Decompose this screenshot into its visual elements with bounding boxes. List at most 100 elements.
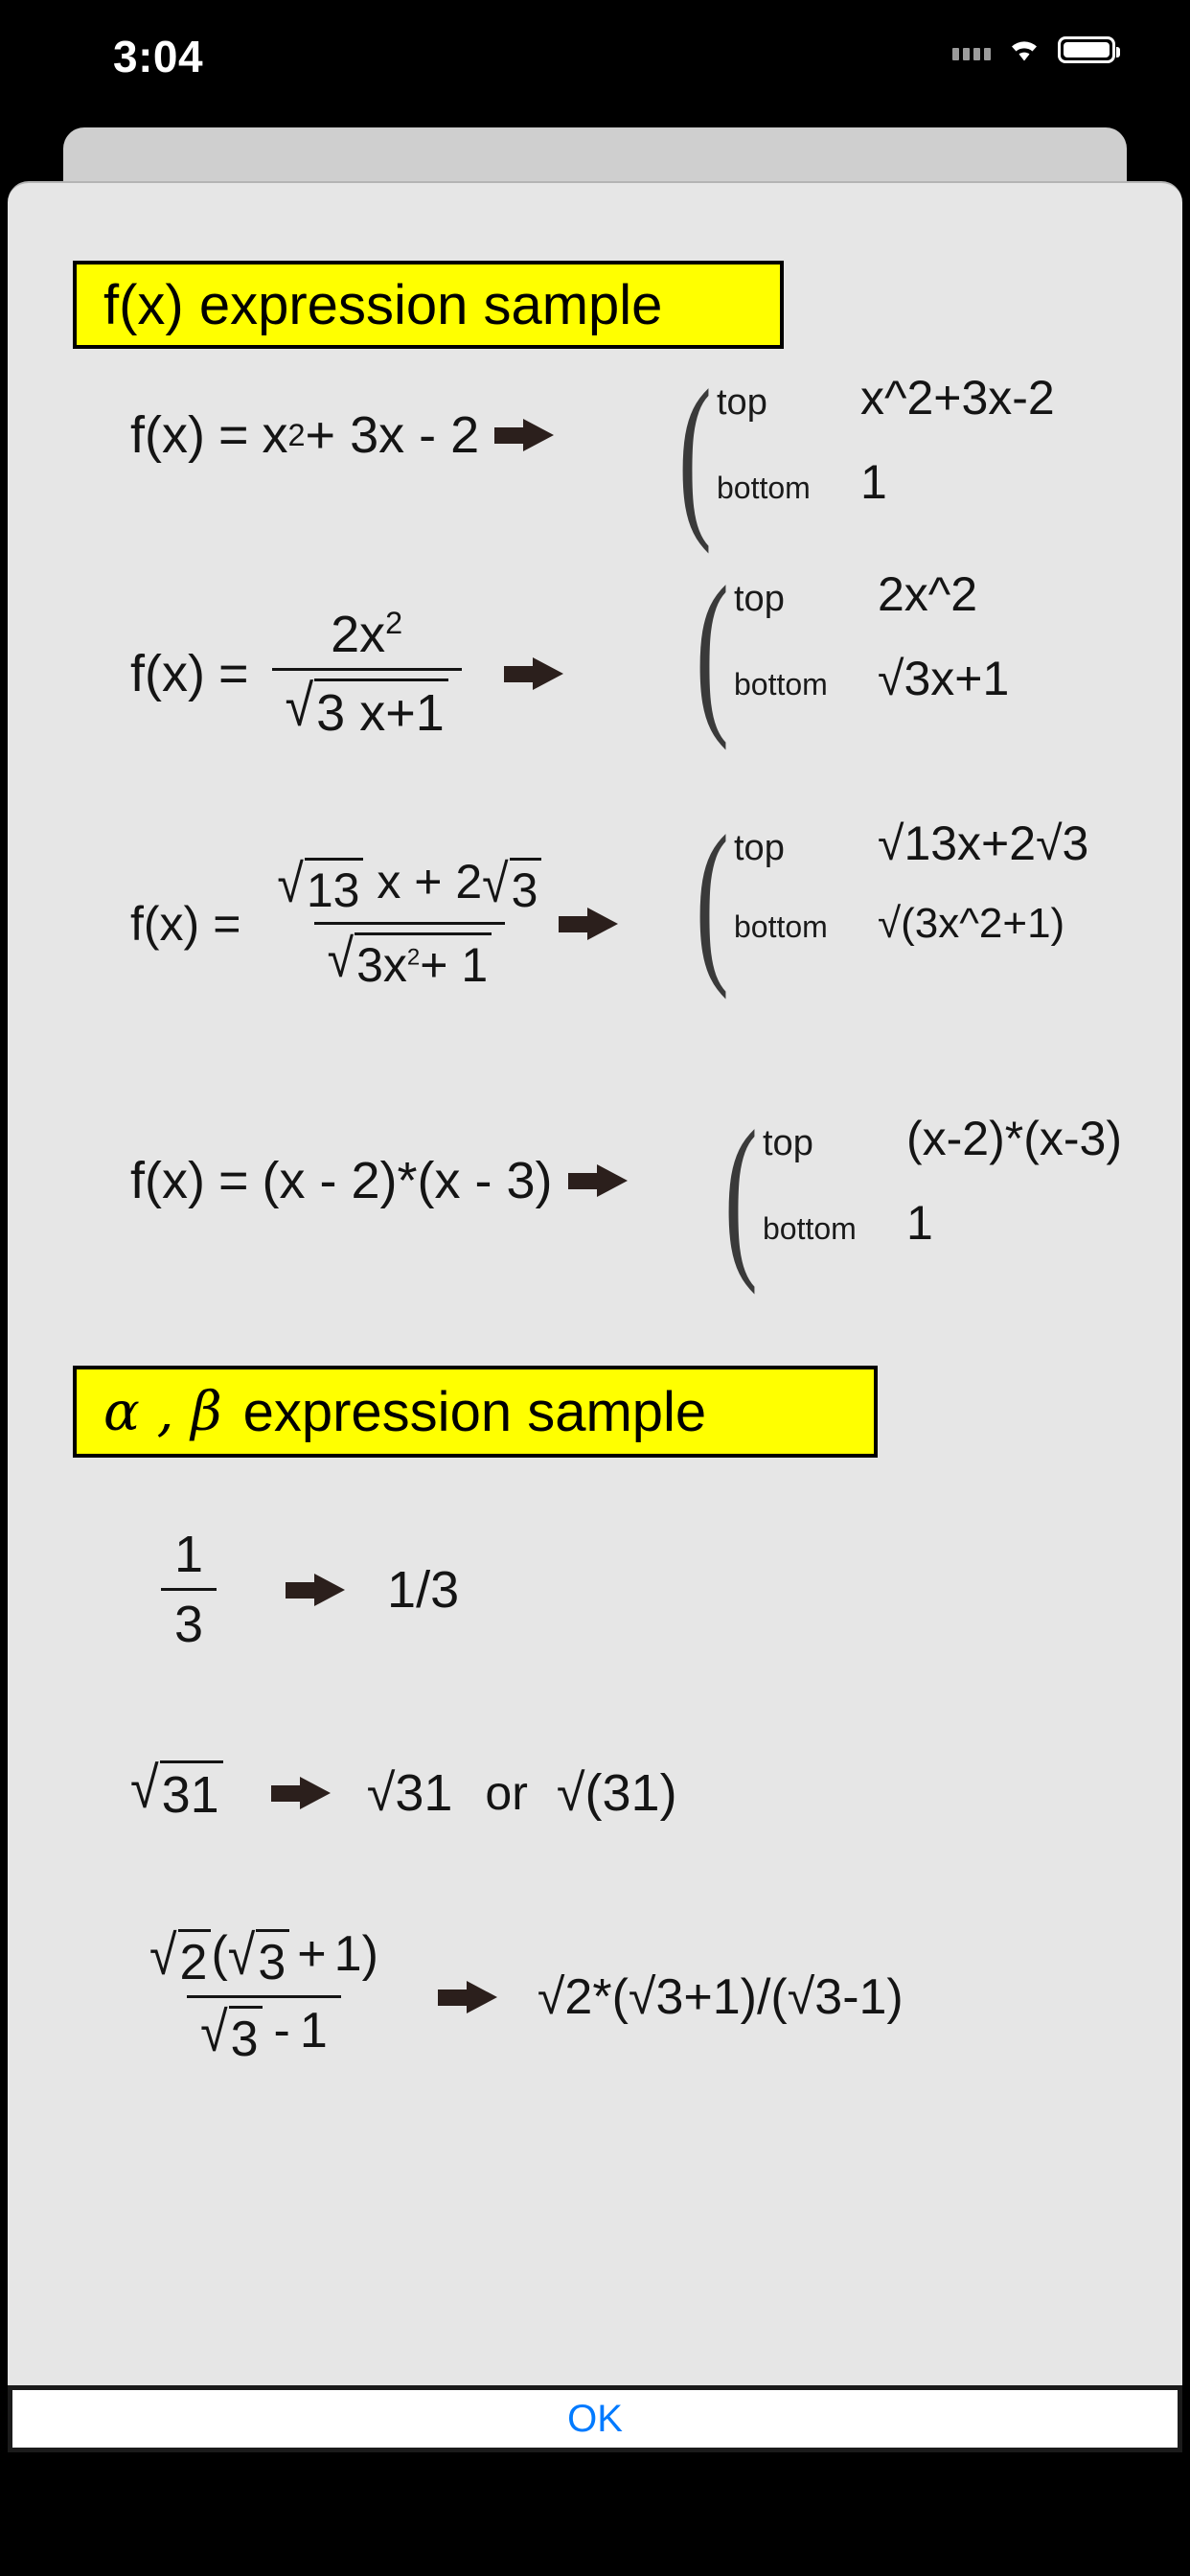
fx-row-3-fraction: √ 13 x + 2 √ 3 √ 3x2+ 1: [263, 854, 555, 993]
status-bar-time: 3:04: [113, 32, 204, 81]
sqrt-glyph: √: [200, 2001, 228, 2064]
token-x: x: [262, 406, 288, 464]
token-f-of-x: f(x): [130, 1152, 205, 1209]
fx-row-3-denominator: √ 3x2+ 1: [313, 922, 506, 993]
sqrt-radical-icon: √ 3: [227, 1924, 290, 1991]
token-31: 31: [159, 1760, 223, 1825]
sqrt-glyph: √: [130, 1756, 159, 1821]
ab-row-1-result: 1/3: [387, 1560, 460, 1619]
fx-row-2-top-key: top: [734, 579, 785, 619]
token-f-of-x: f(x): [130, 406, 205, 464]
fx-row-1-left-expression: f(x) = x2 + 3x - 2: [130, 406, 480, 464]
token-minus: -: [273, 2003, 290, 2058]
ab-row-2-conjunction: or: [485, 1765, 528, 1820]
arrow-right-icon: [567, 1164, 628, 1197]
fx-row-3-numerator: √ 13 x + 2 √ 3: [263, 854, 555, 922]
fx-row-1-bottom-value: 1: [860, 455, 887, 509]
token-paren-expression: (x - 2)*(x - 3): [262, 1152, 553, 1209]
fx-row-2-numerator: 2x2: [317, 605, 416, 668]
token-3x-squared-plus-1: 3x2+ 1: [355, 932, 492, 993]
arrow-right-icon: [437, 1980, 497, 2013]
arrow-right-icon: [286, 1573, 346, 1606]
sqrt-glyph: √: [149, 1924, 177, 1988]
token-3: 3: [228, 2006, 263, 2068]
ab-row-3-result: √2*(√3+1)/(√3-1): [537, 1968, 904, 2025]
fx-row-3-bottom-key: bottom: [734, 909, 828, 944]
arrow-right-icon: [503, 657, 563, 690]
sqrt-radical-icon: √ 3 x+1: [286, 678, 448, 743]
fx-row-3-left-expression: f(x) = √ 13 x + 2 √ 3 √ 3x2+ 1: [130, 854, 564, 993]
status-bar-indicators: [952, 36, 1120, 63]
fx-row-2: f(x) = 2x2 √ 3 x+1: [130, 605, 579, 743]
fx-row-3-top-key: top: [734, 828, 785, 868]
fx-row-1: f(x) = x2 + 3x - 2: [130, 405, 569, 465]
token-2: 2: [177, 1929, 212, 1991]
token-13: 13: [304, 858, 364, 918]
arrow-right-icon: [270, 1776, 331, 1809]
fx-row-4-top-key: top: [763, 1123, 813, 1163]
token-3: 3: [256, 1929, 290, 1991]
ok-button[interactable]: OK: [8, 2385, 1182, 2452]
home-indicator[interactable]: [381, 2536, 809, 2551]
fx-row-4-bottom-key: bottom: [763, 1211, 857, 1246]
token-1: 1: [333, 1926, 362, 1982]
fx-row-4-result-group: ( top (x-2)*(x-3) bottom 1: [724, 1093, 1122, 1296]
ab-row-1-denominator: 3: [161, 1588, 217, 1654]
ab-row-3-fraction: √ 2 ( √ 3 +1) √ 3 -1: [136, 1925, 392, 2068]
token-2x: 2x: [331, 606, 386, 663]
ab-row-1: 1 3 1/3: [151, 1525, 459, 1654]
signal-dots-icon: [952, 39, 991, 60]
battery-icon: [1058, 36, 1120, 63]
fx-row-2-bottom-value: √3x+1: [878, 652, 1010, 705]
token-equals: =: [217, 406, 249, 464]
ab-row-3-denominator: √ 3 -1: [187, 1995, 341, 2068]
fx-row-2-bottom-key: bottom: [734, 667, 828, 702]
fx-row-2-denominator: √ 3 x+1: [271, 668, 462, 743]
token-exponent-2: 2: [385, 606, 403, 640]
token-plus-1: + 1: [420, 938, 489, 992]
token-equals: =: [217, 1152, 249, 1209]
token-1: 1: [299, 2003, 328, 2058]
fx-row-2-fraction: 2x2 √ 3 x+1: [271, 605, 462, 743]
fx-row-2-left-expression: f(x) = 2x2 √ 3 x+1: [130, 605, 471, 743]
wifi-icon: [1006, 36, 1042, 63]
sqrt-radical-icon: √ 3: [482, 857, 542, 918]
fx-row-4-top-value: (x-2)*(x-3): [906, 1112, 1122, 1165]
ab-row-2-result-b: √(31): [556, 1763, 677, 1822]
token-3: 3: [509, 858, 542, 918]
section-banner-fx: f(x) expression sample: [73, 261, 784, 349]
fx-row-4-left-expression: f(x) = (x - 2)*(x - 3): [130, 1151, 553, 1210]
big-left-paren-icon: (: [678, 353, 712, 555]
fx-row-3: f(x) = √ 13 x + 2 √ 3 √ 3x2+ 1: [130, 854, 633, 993]
ok-button-label: OK: [567, 2397, 623, 2440]
token-exponent-2: 2: [406, 944, 421, 971]
token-3x: 3x: [356, 938, 407, 992]
arrow-right-icon: [494, 419, 555, 451]
ab-row-1-fraction: 1 3: [161, 1525, 217, 1654]
ab-row-1-numerator: 1: [174, 1526, 204, 1583]
token-x-plus-2: x + 2: [363, 855, 483, 908]
sqrt-glyph: √: [227, 1924, 256, 1988]
fx-row-4-bottom-value: 1: [906, 1196, 933, 1250]
token-plus-3x-minus-2: + 3x - 2: [305, 406, 480, 464]
token-f-of-x: f(x): [130, 896, 200, 951]
banner-fx-label: f(x) expression sample: [103, 273, 663, 336]
help-dialog-sheet: f(x) expression sample f(x) = x2 + 3x - …: [8, 181, 1182, 2387]
fx-row-1-bottom-key: bottom: [717, 471, 811, 505]
token-equals: =: [213, 896, 241, 951]
fx-row-2-top-value: 2x^2: [878, 567, 978, 621]
sqrt-glyph: √: [277, 853, 304, 914]
sqrt-glyph: √: [327, 928, 355, 989]
big-left-paren-icon: (: [696, 798, 729, 1000]
token-3x-plus-1: 3 x+1: [314, 678, 448, 743]
big-left-paren-icon: (: [696, 549, 729, 751]
fx-row-3-result-group: ( top √13x+2√3 bottom √(3x^2+1): [696, 798, 1089, 1000]
token-f-of-x: f(x): [130, 645, 205, 702]
big-left-paren-icon: (: [724, 1093, 758, 1296]
token-close-paren: ): [361, 1926, 378, 1982]
fx-row-1-top-value: x^2+3x-2: [860, 371, 1055, 425]
ab-row-2-left-expression: √ 31: [130, 1760, 223, 1825]
fx-row-3-top-value: √13x+2√3: [878, 816, 1089, 870]
arrow-right-icon: [559, 907, 619, 940]
sqrt-radical-icon: √ 3x2+ 1: [328, 932, 492, 993]
